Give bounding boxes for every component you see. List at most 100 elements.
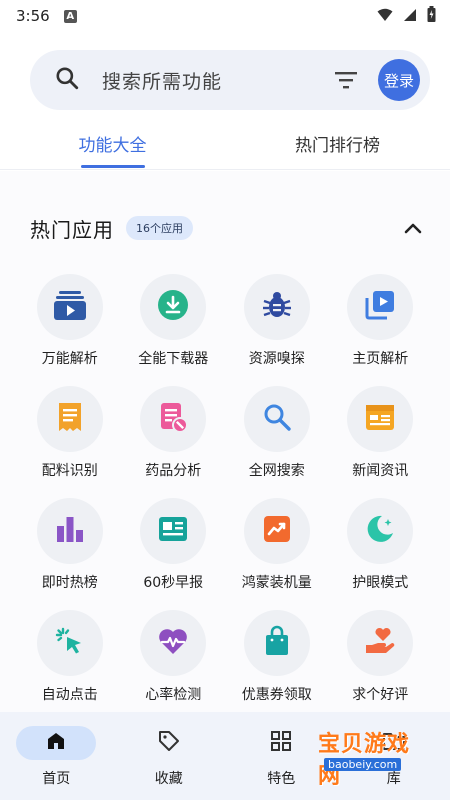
nav-icon-wrap	[241, 726, 321, 760]
app-rate-us[interactable]: 求个好评	[329, 610, 433, 704]
status-bar: 3:56 A	[0, 0, 450, 32]
app-hot-list[interactable]: 即时热榜	[18, 498, 122, 592]
app-label: 即时热榜	[41, 575, 98, 591]
app-label: 配料识别	[41, 463, 98, 479]
count-badge: 16个应用	[126, 216, 193, 240]
section-title: 热门应用	[30, 217, 114, 242]
tag-icon	[157, 729, 181, 757]
app-resource-sniffer[interactable]: 资源嗅探	[225, 274, 329, 368]
nav-item-library[interactable]: 库	[338, 712, 450, 800]
nav-label: 首页	[42, 771, 71, 787]
receipt-icon	[56, 401, 84, 437]
app-auto-click[interactable]: 自动点击	[18, 610, 122, 704]
bottom-nav: 首页 收藏 特色 库	[0, 712, 450, 800]
app-icon-bg	[243, 610, 310, 676]
app-icon-bg	[243, 274, 310, 340]
app-icon-bg	[140, 274, 207, 340]
bug-icon	[262, 289, 292, 325]
app-universal-parse[interactable]: 万能解析	[18, 274, 122, 368]
nav-active-pill	[16, 726, 97, 760]
app-icon-bg	[36, 610, 103, 676]
app-morning-news[interactable]: 60秒早报	[122, 498, 226, 592]
shopping-bag-icon	[263, 625, 291, 661]
battery-icon	[427, 6, 436, 26]
app-label: 自动点击	[41, 687, 98, 703]
nav-icon-wrap	[354, 726, 434, 760]
tab-all-features[interactable]: 功能大全	[0, 118, 225, 169]
app-icon-bg	[347, 274, 414, 340]
hand-heart-icon	[364, 626, 396, 660]
app-news[interactable]: 新闻资讯	[329, 386, 433, 480]
app-label: 万能解析	[41, 351, 98, 367]
app-icon-bg	[347, 498, 414, 564]
app-label: 资源嗅探	[248, 351, 305, 367]
login-button[interactable]: 登录	[378, 59, 420, 101]
play-gallery-icon	[364, 289, 396, 325]
nav-label: 库	[386, 771, 401, 787]
app-grid: 万能解析 全能下载器 资源嗅探 主页解析 配料识别 药品分析 全网搜索 新闻资讯…	[18, 274, 432, 704]
folder-icon	[382, 730, 406, 756]
app-label: 主页解析	[352, 351, 409, 367]
search-input[interactable]: 搜索所需功能	[102, 67, 334, 94]
app-icon-bg	[36, 274, 103, 340]
app-label: 全能下载器	[138, 351, 209, 367]
chevron-up-icon[interactable]	[404, 222, 422, 234]
app-icon-bg	[36, 498, 103, 564]
app-heart-rate[interactable]: 心率检测	[122, 610, 226, 704]
nav-item-home[interactable]: 首页	[0, 712, 113, 800]
nav-label: 特色	[267, 771, 296, 787]
app-web-search[interactable]: 全网搜索	[225, 386, 329, 480]
video-stack-icon	[53, 289, 87, 325]
section-header: 热门应用 16个应用	[30, 208, 422, 248]
grid-icon	[270, 730, 292, 756]
app-label: 求个好评	[352, 687, 409, 703]
app-label: 心率检测	[145, 687, 202, 703]
tab-hot-ranking[interactable]: 热门排行榜	[225, 118, 450, 169]
download-icon	[157, 289, 189, 325]
tab-indicator	[80, 165, 145, 168]
medical-doc-icon	[158, 401, 189, 437]
app-drug-analysis[interactable]: 药品分析	[122, 386, 226, 480]
tab-bar: 功能大全 热门排行榜	[0, 118, 450, 170]
app-icon-bg	[140, 498, 207, 564]
newspaper-icon	[157, 515, 189, 547]
app-icon-bg	[347, 610, 414, 676]
app-homepage-parse[interactable]: 主页解析	[329, 274, 433, 368]
cursor-click-icon	[55, 626, 85, 660]
app-ingredient-recognition[interactable]: 配料识别	[18, 386, 122, 480]
calendar-news-icon	[364, 402, 396, 436]
app-label: 新闻资讯	[352, 463, 409, 479]
notification-icon: A	[63, 9, 77, 23]
app-eye-care[interactable]: 护眼模式	[329, 498, 433, 592]
app-icon-bg	[140, 610, 207, 676]
app-coupons[interactable]: 优惠券领取	[225, 610, 329, 704]
home-icon	[46, 731, 66, 755]
nav-item-featured[interactable]: 特色	[225, 712, 338, 800]
app-icon-bg	[243, 386, 310, 452]
app-harmony-installs[interactable]: 鸿蒙装机量	[225, 498, 329, 592]
app-label: 护眼模式	[352, 575, 409, 591]
tab-label: 热门排行榜	[295, 136, 380, 156]
app-icon-bg	[243, 498, 310, 564]
bar-chart-icon	[55, 514, 85, 548]
search-icon[interactable]	[54, 65, 80, 95]
moon-icon	[364, 513, 396, 549]
app-label: 药品分析	[145, 463, 202, 479]
app-label: 全网搜索	[248, 463, 305, 479]
nav-icon-wrap	[129, 726, 209, 760]
app-label: 60秒早报	[143, 575, 204, 591]
search-icon	[262, 402, 292, 436]
heart-pulse-icon	[157, 626, 189, 660]
wifi-icon	[377, 7, 393, 26]
app-all-downloader[interactable]: 全能下载器	[122, 274, 226, 368]
trending-up-icon	[262, 514, 292, 548]
status-icons	[377, 6, 436, 26]
app-icon-bg	[347, 386, 414, 452]
nav-item-favorites[interactable]: 收藏	[113, 712, 226, 800]
filter-icon[interactable]	[334, 70, 358, 90]
app-icon-bg	[140, 386, 207, 452]
search-bar[interactable]: 搜索所需功能 登录	[30, 50, 430, 110]
status-time: 3:56	[16, 7, 50, 25]
nav-label: 收藏	[154, 771, 183, 787]
app-label: 优惠券领取	[241, 687, 312, 703]
